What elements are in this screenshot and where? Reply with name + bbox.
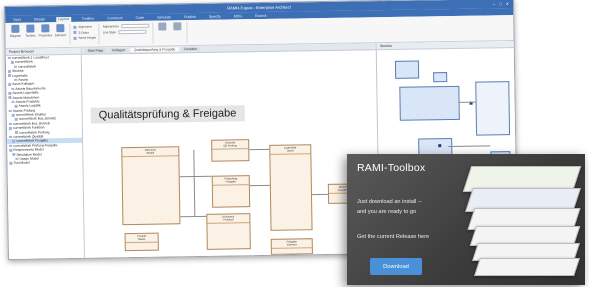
connector-line bbox=[448, 145, 491, 148]
ribbon-tab[interactable]: Toolbox bbox=[80, 17, 96, 22]
rami-toolbox-promo: RAMI-Toolbox Just download an install --… bbox=[347, 154, 585, 285]
align-list: Alignment Z-Order Same Height bbox=[73, 24, 96, 40]
diagram-block[interactable]: Dokument Protokoll bbox=[206, 213, 251, 250]
layer-sheet bbox=[474, 258, 580, 276]
ribbon-group-align: Alignment Z-Order Same Height bbox=[73, 23, 100, 45]
connector-line bbox=[311, 193, 329, 196]
ribbon-tab[interactable]: Start bbox=[11, 18, 23, 23]
ribbon-tab[interactable]: Construct bbox=[105, 16, 124, 21]
appearance-field[interactable]: Appearance bbox=[103, 23, 149, 29]
filter-button[interactable] bbox=[171, 22, 183, 31]
tree-item[interactable]: Test Model bbox=[7, 160, 82, 166]
ribbon-tab-active[interactable]: Layout bbox=[55, 16, 71, 23]
diagram-block[interactable]: Kontrolle QS Prüfung bbox=[211, 139, 250, 162]
diagram-icon bbox=[11, 24, 20, 33]
ribbon-group-diagram: Diagram Toolbox Properties Element bbox=[9, 23, 71, 46]
connector-line bbox=[459, 101, 476, 103]
connector-line bbox=[193, 150, 196, 217]
line-style-field[interactable]: Line Style bbox=[103, 30, 149, 35]
block-element[interactable] bbox=[394, 60, 420, 79]
ribbon-tab[interactable]: Publish bbox=[182, 15, 198, 20]
connector-line bbox=[249, 184, 270, 187]
diagram-block[interactable]: Prüfauftrag Freigabe bbox=[211, 175, 251, 208]
diagram-tab[interactable]: Start Page bbox=[84, 48, 107, 53]
more-icon bbox=[157, 22, 166, 31]
promo-text-line: Just download an install -- bbox=[357, 199, 422, 205]
diagram-tab[interactable]: Kollagen bbox=[109, 48, 129, 53]
ribbon-group-style: Appearance Line Style bbox=[102, 22, 154, 45]
promo-title: RAMI-Toolbox bbox=[357, 162, 426, 174]
ribbon-tab[interactable]: Simulate bbox=[155, 15, 173, 20]
more-button[interactable] bbox=[156, 22, 168, 31]
toolbox-icon bbox=[26, 24, 35, 33]
diagram-title: Qualitätsprüfung & Freigabe bbox=[90, 105, 245, 124]
ribbon-tab[interactable]: Code bbox=[134, 16, 147, 21]
element-button[interactable]: Element bbox=[54, 24, 66, 37]
connector-line bbox=[249, 148, 270, 151]
ribbon-tab[interactable]: Design bbox=[32, 17, 47, 22]
diagram-block[interactable]: Produkt Status bbox=[124, 232, 159, 252]
ribbon-tab[interactable]: MDG bbox=[232, 14, 244, 19]
block-element[interactable] bbox=[433, 72, 448, 83]
properties-icon bbox=[41, 24, 50, 33]
zorder-item[interactable]: Z-Order bbox=[73, 30, 95, 34]
toolbox-button[interactable]: Toolbox bbox=[24, 24, 36, 38]
block-element[interactable] bbox=[399, 85, 460, 121]
element-icon bbox=[56, 24, 65, 33]
alignment-item[interactable]: Alignment bbox=[73, 25, 95, 29]
diagram-tab[interactable]: Funktion bbox=[181, 46, 201, 52]
diagram-block[interactable]: Maschine Modell bbox=[121, 146, 181, 226]
port-marker bbox=[438, 144, 442, 148]
project-tree: currentWork:1 Loadsheet currentWork curren… bbox=[6, 55, 83, 166]
project-browser: Project Browser currentWork:1 Loadsheet c… bbox=[5, 47, 85, 260]
diagram-tab-active[interactable]: Qualitätsprüfung & Freigabe bbox=[131, 47, 179, 53]
style-fields: Appearance Line Style bbox=[103, 23, 149, 35]
block-element[interactable] bbox=[475, 81, 511, 136]
promo-release-text: Get the current Release here bbox=[357, 234, 430, 240]
same-height-item[interactable]: Same Height bbox=[73, 36, 95, 40]
ribbon-tab[interactable]: Extend bbox=[253, 14, 268, 19]
diagram-block[interactable]: Freigabe Element bbox=[270, 238, 313, 255]
filter-icon bbox=[172, 22, 181, 31]
ribbon-group-more bbox=[155, 22, 188, 44]
connector-line bbox=[179, 175, 212, 178]
properties-button[interactable]: Properties bbox=[39, 24, 52, 37]
diagram-button[interactable]: Diagram bbox=[9, 24, 21, 38]
promo-text-line: and you are ready to go bbox=[357, 209, 417, 215]
download-button[interactable]: Download bbox=[370, 258, 422, 275]
ribbon-tab[interactable]: Specify bbox=[207, 15, 223, 20]
diagram-block[interactable]: Lagerhalle Asset bbox=[269, 144, 313, 231]
screenshot-stage: RAMI4.0.qeax - Enterprise Architect – □ … bbox=[0, 0, 589, 287]
